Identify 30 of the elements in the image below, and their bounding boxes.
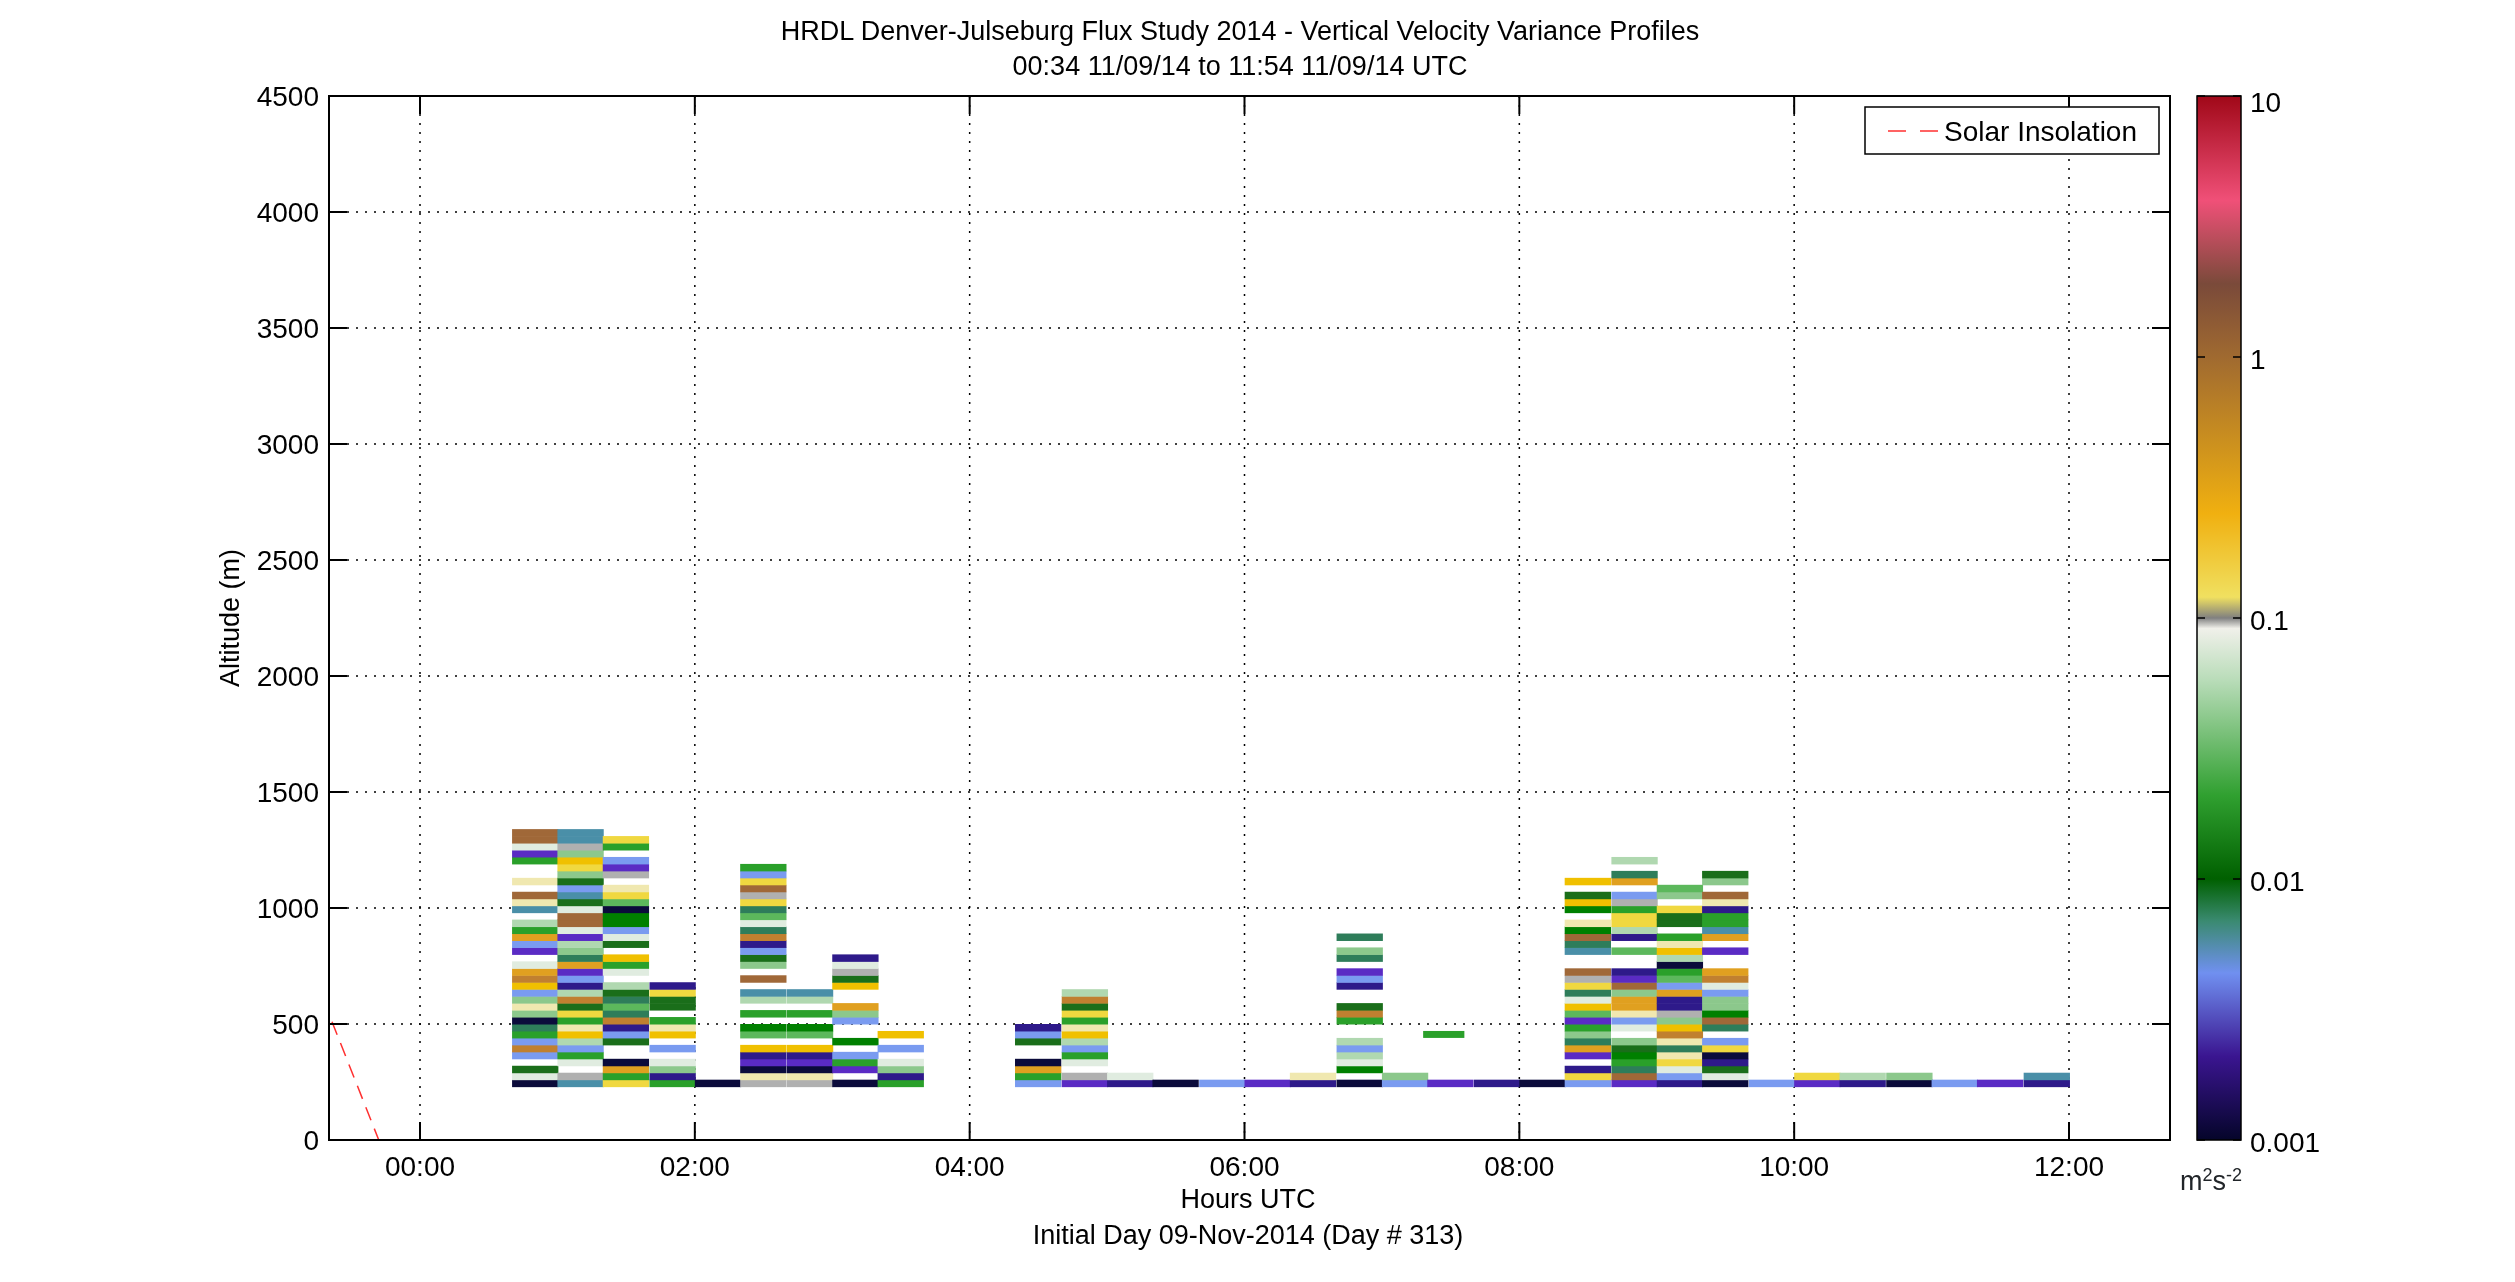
- colorbar-tick-label: 1: [2250, 344, 2266, 375]
- legend-line-sample: [1887, 130, 1939, 132]
- y-axis-label: Altitude (m): [215, 549, 245, 687]
- y-tick-label: 500: [272, 1009, 319, 1040]
- chart-title: HRDL Denver-Julseburg Flux Study 2014 - Vertical Velocity Variance Profiles: [780, 16, 1700, 46]
- chart-caption: Initial Day 09-Nov-2014 (Day # 313): [1032, 1220, 1464, 1250]
- y-tick-label: 2000: [256, 661, 319, 692]
- colorbar-tick-label: 0.001: [2250, 1127, 2321, 1158]
- legend-label: Solar Insolation: [1944, 116, 2137, 147]
- colorbar-unit-label: m$^{2}$s$^{-2}$: [2180, 1168, 2243, 1195]
- x-tick-label: 10:00: [1759, 1151, 1830, 1182]
- x-tick-label: 04:00: [934, 1151, 1005, 1182]
- y-tick-label: 4500: [256, 81, 319, 112]
- x-tick-label: 12:00: [2033, 1151, 2105, 1182]
- y-tick-label: 1500: [256, 777, 319, 808]
- colorbar-tick-label: 0.1: [2250, 605, 2289, 636]
- chart-title: 00:34 11/09/14 to 11:54 11/09/14 UTC: [1012, 51, 1468, 81]
- y-tick-label: 3500: [256, 313, 319, 344]
- y-tick-label: 2500: [256, 545, 319, 576]
- y-tick-label: 3000: [256, 429, 319, 460]
- colorbar-tick-label: 0.01: [2250, 866, 2305, 897]
- y-tick-label: 4000: [256, 197, 319, 228]
- y-tick-label: 0: [303, 1125, 319, 1156]
- x-axis-label: Hours UTC: [1180, 1184, 1316, 1214]
- x-tick-label: 08:00: [1484, 1151, 1555, 1182]
- x-tick-label: 00:00: [384, 1151, 456, 1182]
- colorbar-tick-label: 10: [2250, 87, 2282, 118]
- x-tick-label: 06:00: [1209, 1151, 1280, 1182]
- x-tick-label: 02:00: [659, 1151, 730, 1182]
- y-tick-label: 1000: [256, 893, 319, 924]
